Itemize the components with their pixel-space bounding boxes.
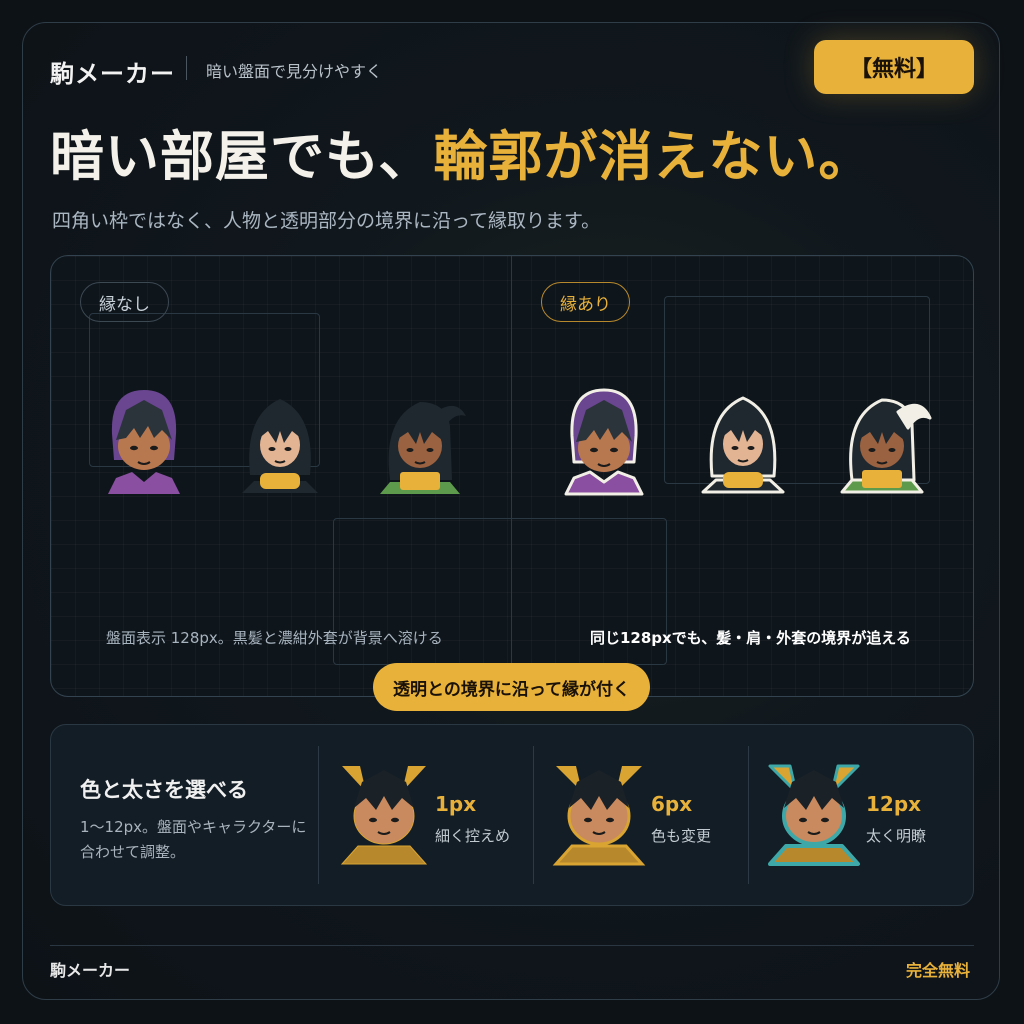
- outline-6px-sample-icon: [552, 766, 646, 866]
- option-divider: [748, 746, 749, 884]
- size-12px-note: 太く明瞭: [866, 827, 927, 845]
- size-6px-note: 色も変更: [651, 827, 712, 845]
- no-outline-toggle[interactable]: 縁なし: [80, 282, 169, 322]
- brand-tagline: 暗い盤面で見分けやすく: [206, 62, 383, 81]
- size-6px-label: 6px: [651, 792, 693, 816]
- size-12px-label: 12px: [866, 792, 922, 816]
- headline-accent: 輪郭が消えない。: [433, 125, 874, 188]
- size-1px-label: 1px: [435, 792, 477, 816]
- brand-divider: [186, 56, 187, 80]
- option-divider: [318, 746, 319, 884]
- hooded-character-icon: [108, 390, 180, 494]
- free-button[interactable]: 【無料】: [814, 40, 974, 94]
- footer-free-label: 完全無料: [906, 961, 971, 980]
- dark-hair-character-outlined-icon: [701, 396, 785, 494]
- dark-hair-character-icon: [242, 399, 318, 493]
- outline-along-border-button[interactable]: 透明との境界に沿って縁が付く: [373, 663, 650, 711]
- headline: 暗い部屋でも、輪郭が消えない。: [50, 112, 873, 191]
- footer-divider: [50, 945, 974, 946]
- size-1px-note: 細く控えめ: [435, 827, 511, 845]
- ponytail-character-icon: [380, 402, 466, 494]
- options-description: 1〜12px。盤面やキャラクターに合わせて調整。: [80, 818, 307, 861]
- outline-12px-sample-icon: [768, 764, 860, 866]
- outline-1px-sample-icon: [340, 766, 428, 865]
- footer-brand: 駒メーカー: [50, 961, 131, 980]
- with-outline-toggle[interactable]: 縁あり: [541, 282, 630, 322]
- with-outline-caption: 同じ128pxでも、髪・肩・外套の境界が追える: [590, 629, 911, 647]
- headline-main: 暗い部屋でも、: [50, 125, 434, 188]
- brand-logo: 駒メーカー: [50, 60, 175, 88]
- options-title: 色と太さを選べる: [80, 778, 248, 802]
- subheadline: 四角い枠ではなく、人物と透明部分の境界に沿って縁取ります。: [52, 210, 601, 232]
- option-divider: [533, 746, 534, 884]
- ponytail-character-outlined-icon: [840, 398, 932, 494]
- no-outline-caption: 盤面表示 128px。黒髪と濃紺外套が背景へ溶ける: [106, 629, 443, 647]
- hooded-character-outlined-icon: [564, 388, 644, 496]
